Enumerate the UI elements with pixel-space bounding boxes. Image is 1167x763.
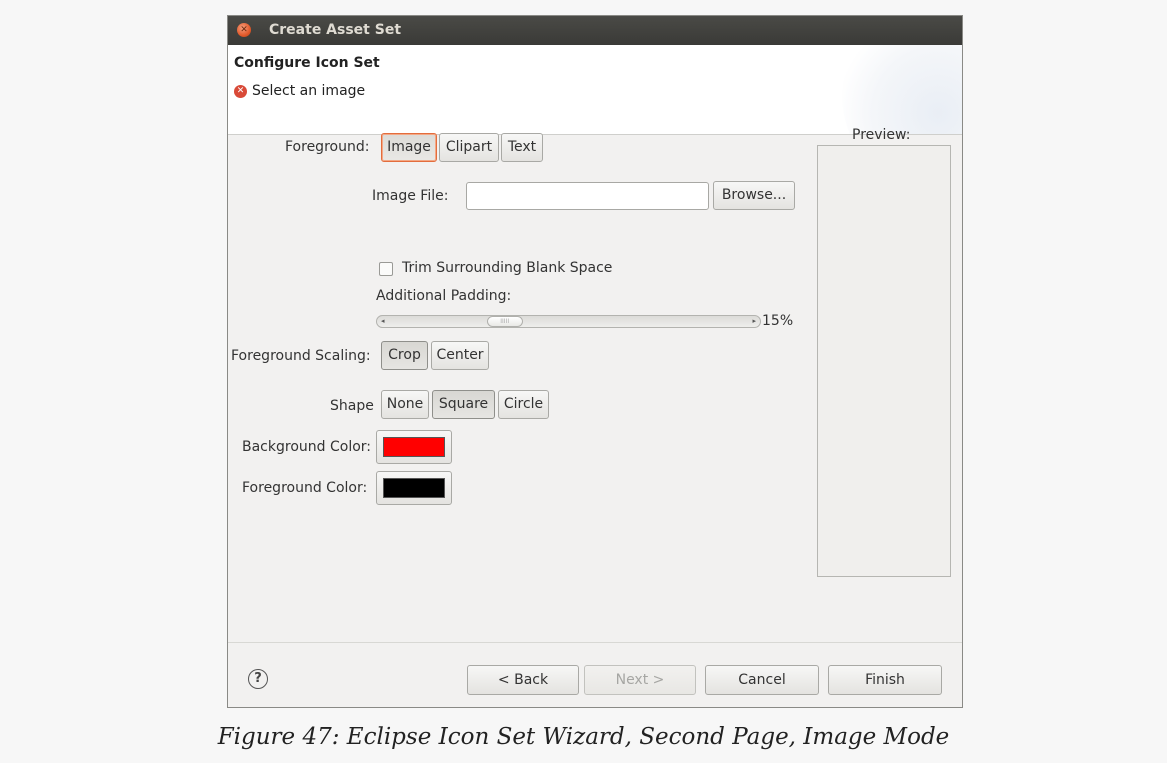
footer-divider bbox=[228, 642, 962, 643]
next-button[interactable]: Next > bbox=[584, 665, 696, 695]
error-message: Select an image bbox=[252, 83, 366, 99]
preview-label: Preview: bbox=[852, 127, 911, 143]
figure-caption: Figure 47: Eclipse Icon Set Wizard, Seco… bbox=[217, 724, 950, 750]
foreground-clipart-button[interactable]: Clipart bbox=[439, 133, 499, 162]
window-title: Create Asset Set bbox=[269, 22, 402, 38]
slider-right-arrow-icon[interactable]: ▸ bbox=[752, 316, 756, 327]
shape-circle-button[interactable]: Circle bbox=[498, 390, 549, 419]
page-title: Configure Icon Set bbox=[234, 55, 380, 71]
wizard-header: Configure Icon Set ✕ Select an image bbox=[228, 45, 962, 135]
error-icon: ✕ bbox=[234, 85, 247, 98]
browse-button[interactable]: Browse... bbox=[713, 181, 795, 210]
foreground-color-button[interactable] bbox=[376, 471, 452, 505]
padding-value: 15% bbox=[762, 313, 794, 329]
foreground-label: Foreground: bbox=[285, 139, 370, 155]
preview-area bbox=[817, 145, 951, 577]
background-color-swatch bbox=[383, 437, 445, 457]
foreground-text-button[interactable]: Text bbox=[501, 133, 543, 162]
trim-checkbox[interactable] bbox=[379, 262, 393, 276]
scaling-center-button[interactable]: Center bbox=[431, 341, 489, 370]
cancel-button[interactable]: Cancel bbox=[705, 665, 819, 695]
scaling-label: Foreground Scaling: bbox=[231, 348, 371, 364]
help-icon[interactable]: ? bbox=[248, 669, 268, 689]
slider-left-arrow-icon[interactable]: ◂ bbox=[381, 316, 385, 327]
close-icon[interactable]: ✕ bbox=[237, 23, 251, 37]
header-decoration bbox=[842, 45, 962, 134]
create-asset-set-dialog: ✕ Create Asset Set Configure Icon Set ✕ … bbox=[227, 15, 963, 708]
shape-none-button[interactable]: None bbox=[381, 390, 429, 419]
image-file-input[interactable] bbox=[466, 182, 709, 210]
title-bar: ✕ Create Asset Set bbox=[228, 16, 962, 45]
padding-label: Additional Padding: bbox=[376, 288, 512, 304]
trim-label: Trim Surrounding Blank Space bbox=[402, 260, 613, 276]
padding-slider-thumb[interactable]: IIIII bbox=[486, 316, 523, 327]
image-file-label: Image File: bbox=[372, 188, 449, 204]
foreground-image-button[interactable]: Image bbox=[381, 133, 437, 162]
foreground-color-label: Foreground Color: bbox=[242, 480, 368, 496]
shape-label: Shape bbox=[330, 398, 374, 414]
finish-button[interactable]: Finish bbox=[828, 665, 942, 695]
foreground-color-swatch bbox=[383, 478, 445, 498]
padding-slider[interactable]: ◂ IIIII ▸ bbox=[376, 315, 761, 328]
background-color-button[interactable] bbox=[376, 430, 452, 464]
shape-square-button[interactable]: Square bbox=[432, 390, 495, 419]
background-color-label: Background Color: bbox=[242, 439, 371, 455]
scaling-crop-button[interactable]: Crop bbox=[381, 341, 428, 370]
back-button[interactable]: < Back bbox=[467, 665, 579, 695]
